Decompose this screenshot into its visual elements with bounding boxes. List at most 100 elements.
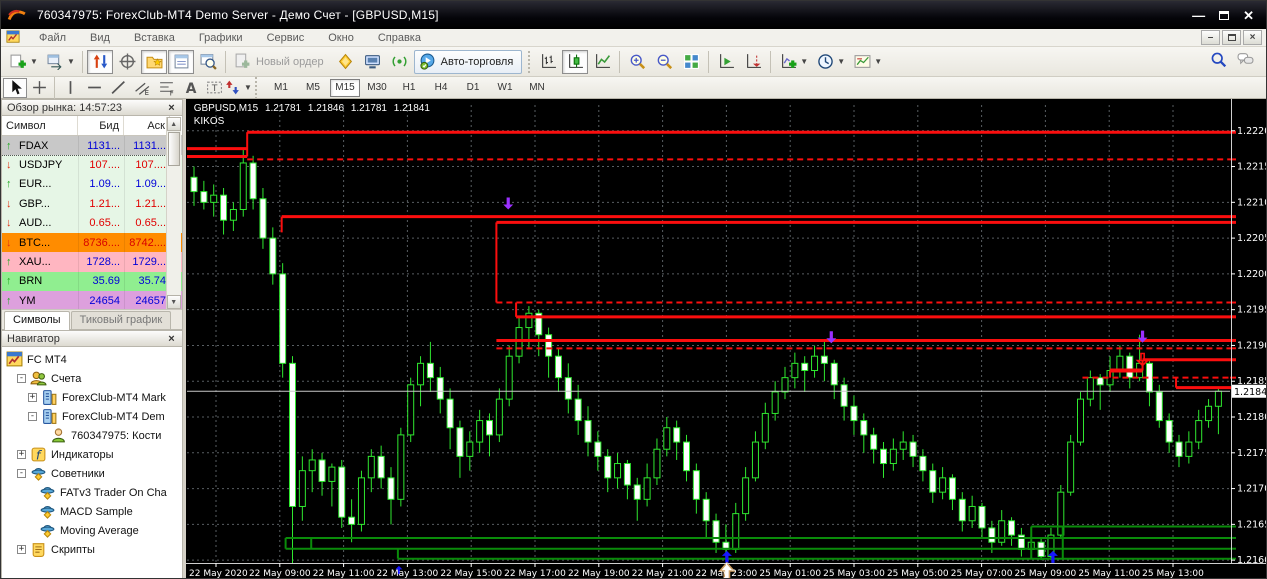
symbol-cell[interactable]: ↑XAU... xyxy=(2,252,78,271)
scroll-down-icon[interactable]: ▼ xyxy=(167,295,181,309)
symbol-cell[interactable]: ↑YM xyxy=(2,291,78,309)
chevron-down-icon[interactable]: ▼ xyxy=(30,57,38,66)
chart-line-button[interactable] xyxy=(589,50,615,74)
symbol-row-BRN[interactable]: ↑BRN35.6935.74 xyxy=(2,272,182,291)
crosshair-tool-button[interactable] xyxy=(27,78,51,98)
symbol-row-BTC[interactable]: ↓BTC...8736....8742.... xyxy=(2,233,182,252)
auto-scroll-button[interactable] xyxy=(713,50,739,74)
scrollbar-thumb[interactable] xyxy=(168,132,180,166)
expand-icon[interactable]: + xyxy=(28,393,37,402)
chevron-down-icon[interactable]: ▼ xyxy=(67,57,75,66)
navigator-item-moving-average[interactable]: Moving Average xyxy=(6,521,182,540)
timeframe-m5-button[interactable]: M5 xyxy=(298,79,328,97)
navigator-item-индикаторы[interactable]: +fИндикаторы xyxy=(6,445,182,464)
chart-window[interactable]: 1.222051.221551.221051.220551.220051.219… xyxy=(186,99,1266,579)
symbol-cell[interactable]: ↑BRN xyxy=(2,272,78,291)
symbol-cell[interactable]: ↓USDJPY xyxy=(2,155,78,174)
symbol-row-YM[interactable]: ↑YM2465424657 xyxy=(2,291,182,309)
metaeditor-button[interactable] xyxy=(333,50,359,74)
navigator-item-760347975-кости[interactable]: 760347975: Кости xyxy=(6,426,182,445)
chevron-down-icon[interactable]: ▼ xyxy=(800,57,808,66)
signals-button[interactable] xyxy=(387,50,413,74)
navigator-item-forexclub-mt4-dem[interactable]: -ForexClub-MT4 Dem xyxy=(6,407,182,426)
navigator-item-fc-mt4[interactable]: FC MT4 xyxy=(6,350,182,369)
title-bar[interactable]: 760347975: ForexClub-MT4 Demo Server - Д… xyxy=(1,1,1266,29)
zoom-in-button[interactable] xyxy=(624,50,650,74)
toolbar-drag-handle[interactable] xyxy=(526,51,531,73)
close-button[interactable]: ✕ xyxy=(1243,9,1254,22)
menu-item-окно[interactable]: Окно xyxy=(318,31,364,45)
navigator-item-fatv3-trader-on-cha[interactable]: FATv3 Trader On Cha xyxy=(6,483,182,502)
symbol-cell[interactable]: ↓GBP... xyxy=(2,194,78,213)
collapse-icon[interactable]: - xyxy=(17,374,26,383)
menu-item-сервис[interactable]: Сервис xyxy=(257,31,315,45)
chart-shift-button[interactable] xyxy=(740,50,766,74)
menu-item-вид[interactable]: Вид xyxy=(80,31,120,45)
vline-tool-button[interactable] xyxy=(58,78,82,98)
menu-item-графики[interactable]: Графики xyxy=(189,31,253,45)
zoom-out-button[interactable] xyxy=(651,50,677,74)
chevron-down-icon[interactable]: ▼ xyxy=(837,57,845,66)
expand-icon[interactable]: + xyxy=(17,450,26,459)
scroll-up-icon[interactable]: ▲ xyxy=(167,117,181,131)
tile-windows-button[interactable] xyxy=(678,50,704,74)
navigator-close-icon[interactable]: × xyxy=(166,333,176,345)
column-header-Аск[interactable]: Аск xyxy=(124,116,170,135)
symbol-cell[interactable]: ↓BTC... xyxy=(2,233,78,252)
tab-symbols[interactable]: Символы xyxy=(4,311,70,330)
timeframe-h1-button[interactable]: H1 xyxy=(394,79,424,97)
child-close-button[interactable]: × xyxy=(1243,30,1262,45)
collapse-icon[interactable]: - xyxy=(17,469,26,478)
chevron-down-icon[interactable]: ▼ xyxy=(244,83,252,92)
symbol-row-FDAX[interactable]: ↑FDAX1131...1131... xyxy=(2,136,182,155)
market-watch-scrollbar[interactable]: ▲ ▼ xyxy=(166,117,181,309)
child-minimize-button[interactable]: – xyxy=(1201,30,1220,45)
timeframe-m30-button[interactable]: M30 xyxy=(362,79,392,97)
navigator-item-macd-sample[interactable]: MACD Sample xyxy=(6,502,182,521)
chart-canvas[interactable]: 1.222051.221551.221051.220551.220051.219… xyxy=(186,99,1266,579)
fibo-tool-button[interactable]: F xyxy=(154,78,178,98)
navigator-item-советники[interactable]: -Советники xyxy=(6,464,182,483)
terminal-toggle-button[interactable] xyxy=(168,50,194,74)
tab-tick-chart[interactable]: Тиковый график xyxy=(71,311,172,329)
market-watch-toggle-button[interactable] xyxy=(87,50,113,74)
timeframe-m1-button[interactable]: M1 xyxy=(266,79,296,97)
toolbar-drag-handle[interactable] xyxy=(253,77,258,99)
timeframe-h4-button[interactable]: H4 xyxy=(426,79,456,97)
text-tool-button[interactable]: A xyxy=(178,78,202,98)
new-chart-button[interactable]: ▼ xyxy=(5,50,41,74)
collapse-icon[interactable]: - xyxy=(28,412,37,421)
child-restore-button[interactable] xyxy=(1222,30,1241,45)
indicators-button[interactable]: ▼ xyxy=(775,50,811,74)
symbol-row-GBP[interactable]: ↓GBP...1.21...1.21... xyxy=(2,194,182,213)
symbol-cell[interactable]: ↓AUD... xyxy=(2,214,78,233)
menu-item-вставка[interactable]: Вставка xyxy=(124,31,185,45)
navigator-toggle-button[interactable] xyxy=(141,50,167,74)
auto-trading-button[interactable]: Авто-торговля xyxy=(414,50,523,74)
label-tool-button[interactable]: T xyxy=(202,78,226,98)
symbol-row-AUD[interactable]: ↓AUD...0.65...0.65... xyxy=(2,214,182,233)
strategy-tester-button[interactable] xyxy=(195,50,221,74)
menu-item-справка[interactable]: Справка xyxy=(368,31,431,45)
chevron-down-icon[interactable]: ▼ xyxy=(874,57,882,66)
symbol-row-EUR[interactable]: ↑EUR...1.09...1.09... xyxy=(2,175,182,194)
timeframe-w1-button[interactable]: W1 xyxy=(490,79,520,97)
arrows-tool-tool-button[interactable]: ▼ xyxy=(226,78,250,98)
data-window-toggle-button[interactable] xyxy=(114,50,140,74)
cursor-tool-button[interactable] xyxy=(3,78,27,98)
channel-tool-button[interactable]: E xyxy=(130,78,154,98)
navigator-item-forexclub-mt4-mark[interactable]: +ForexClub-MT4 Mark xyxy=(6,388,182,407)
symbol-row-XAU[interactable]: ↑XAU...1728...1729... xyxy=(2,252,182,271)
symbol-cell[interactable]: ↑FDAX xyxy=(2,136,78,155)
trendline-tool-button[interactable] xyxy=(106,78,130,98)
timeframe-d1-button[interactable]: D1 xyxy=(458,79,488,97)
navigator-item-счета[interactable]: -Счета xyxy=(6,369,182,388)
search-icon[interactable] xyxy=(1210,51,1227,73)
terminal-pc-button[interactable] xyxy=(360,50,386,74)
column-header-Бид[interactable]: Бид xyxy=(78,116,124,135)
expand-icon[interactable]: + xyxy=(17,545,26,554)
symbol-cell[interactable]: ↑EUR... xyxy=(2,175,78,194)
periods-button[interactable]: ▼ xyxy=(812,50,848,74)
navigator-item-скрипты[interactable]: +Скрипты xyxy=(6,540,182,559)
chart-candles-button[interactable] xyxy=(562,50,588,74)
